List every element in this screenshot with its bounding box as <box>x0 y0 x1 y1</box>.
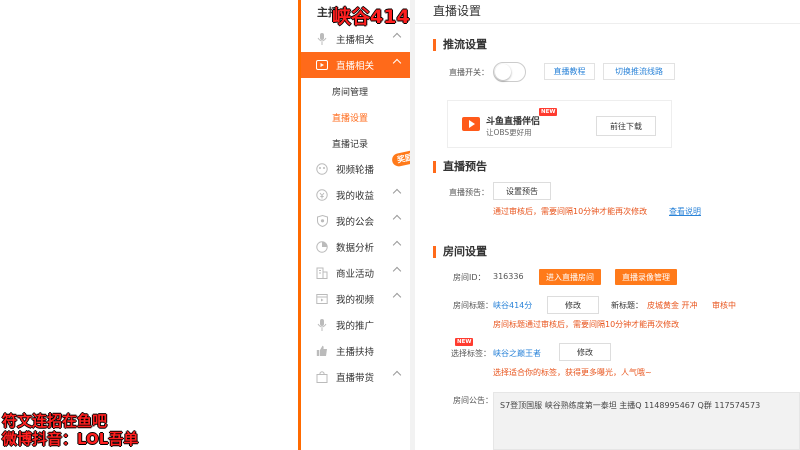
sidebar-item-live[interactable]: 直播相关 <box>301 52 410 78</box>
sidebar-item-business[interactable]: 商业活动 <box>301 260 410 286</box>
sub-item-live-settings[interactable]: 直播设置 <box>301 104 410 130</box>
room-notice-text: S7登顶国服 峡谷熟练度第一泰坦 主播Q 1148995467 Q群 11757… <box>500 401 761 410</box>
sidebar-item-streamer[interactable]: 主播相关 <box>301 26 410 52</box>
companion-app-title: 斗鱼直播伴侣 <box>486 117 541 127</box>
chevron-up-icon <box>392 370 402 380</box>
tag-hint-text: 选择适合你的标签，获得更多曝光，人气哦~ <box>493 368 652 377</box>
review-status: 审核中 <box>712 301 736 310</box>
switch-line-link-button[interactable]: 切换推流线路 <box>603 63 675 80</box>
live-switch-toggle[interactable] <box>493 62 526 82</box>
chevron-up-icon <box>392 58 402 68</box>
shopping-bag-icon <box>315 370 329 384</box>
toggle-knob <box>495 64 511 80</box>
shield-icon <box>315 214 329 228</box>
notice-label: 房间公告： <box>453 396 493 405</box>
thumbs-up-icon <box>315 344 329 358</box>
stream-overlay-area: 符文连招在鱼吧 微博抖音：LOL吾单 <box>0 0 298 450</box>
sidebar-item-earnings[interactable]: 我的收益 <box>301 182 410 208</box>
tag-value: 峡谷之巅王者 <box>493 349 541 358</box>
room-title-value: 峡谷414分 <box>493 301 533 310</box>
title-divider <box>415 23 800 24</box>
preview-label: 直播预告： <box>449 188 489 197</box>
sidebar-item-label: 直播带货 <box>336 373 375 384</box>
sidebar-item-label: 我的推广 <box>336 321 375 332</box>
sidebar-item-label: 我的公会 <box>336 217 375 228</box>
section-title-push: 推流设置 <box>433 39 487 51</box>
tag-label: 选择标签： <box>451 349 491 358</box>
set-preview-button[interactable]: 设置预告 <box>493 182 551 200</box>
view-help-link[interactable]: 查看说明 <box>669 206 701 217</box>
chevron-up-icon <box>392 188 402 198</box>
sidebar-item-guild[interactable]: 我的公会 <box>301 208 410 234</box>
sidebar-item-label: 主播扶持 <box>336 347 375 358</box>
chevron-up-icon <box>392 214 402 224</box>
tag-new-badge: NEW <box>455 338 474 346</box>
main-content: 直播设置 推流设置 直播开关： 直播教程 切换推流线路 斗鱼直播伴侣 NEW 让… <box>415 0 800 450</box>
overlay-room-caption: 峡谷414 <box>332 6 410 28</box>
room-id-label: 房间ID： <box>453 273 486 282</box>
pie-chart-icon <box>315 240 329 254</box>
chevron-up-icon <box>392 32 402 42</box>
companion-app-subtitle: 让OBS更好用 <box>486 128 532 137</box>
title-warning-text: 房间标题通过审核后，需要间隔10分钟才能再次修改 <box>493 320 680 329</box>
enter-room-button[interactable]: 进入直播房间 <box>539 269 601 285</box>
microphone-icon <box>315 32 329 46</box>
sidebar-item-label: 直播相关 <box>336 61 375 72</box>
sidebar-item-label: 主播相关 <box>336 35 375 46</box>
sidebar-item-live-commerce[interactable]: 直播带货 <box>301 364 410 390</box>
chevron-up-icon <box>392 240 402 250</box>
new-tag: NEW <box>539 108 558 116</box>
screen: 符文连招在鱼吧 微博抖音：LOL吾单 主播 主播相关 直播相关 房间管理 直播设… <box>0 0 800 450</box>
live-play-icon <box>462 117 480 131</box>
sidebar-item-label: 我的收益 <box>336 191 375 202</box>
room-title-label: 房间标题： <box>453 301 493 310</box>
building-icon <box>315 266 329 280</box>
preview-warning-text: 通过审核后，需要间隔10分钟才能再次修改 <box>493 207 648 216</box>
sidebar-item-label: 视频轮播 <box>336 165 375 176</box>
sub-item-live-records[interactable]: 直播记录 <box>301 130 410 156</box>
modify-tag-button[interactable]: 修改 <box>559 343 611 361</box>
sidebar-item-label: 商业活动 <box>336 269 375 280</box>
room-id-value: 316336 <box>493 272 524 281</box>
modify-title-button[interactable]: 修改 <box>547 296 599 314</box>
sidebar-item-my-videos[interactable]: 我的视频 <box>301 286 410 312</box>
sidebar-item-label: 数据分析 <box>336 243 375 254</box>
sidebar-item-video-carousel[interactable]: 视频轮播 奖励 <box>301 149 420 182</box>
sidebar-item-support[interactable]: 主播扶持 <box>301 338 410 364</box>
overlay-caption-line1: 符文连招在鱼吧 <box>2 412 108 430</box>
coin-icon <box>315 188 329 202</box>
record-manage-button[interactable]: 直播录像管理 <box>615 269 677 285</box>
film-icon <box>315 292 329 306</box>
section-title-room: 房间设置 <box>433 246 487 258</box>
sidebar-item-label: 我的视频 <box>336 295 375 306</box>
page-title: 直播设置 <box>433 4 482 18</box>
sidebar: 主播 主播相关 直播相关 房间管理 直播设置 直播记录 视频轮播 奖励 我的收益… <box>298 0 420 450</box>
companion-app-card: 斗鱼直播伴侣 NEW 让OBS更好用 前往下载 <box>447 100 672 148</box>
section-title-preview: 直播预告 <box>433 161 487 173</box>
sidebar-item-promotion[interactable]: 我的推广 <box>301 312 410 338</box>
chevron-up-icon <box>392 292 402 302</box>
sidebar-item-analytics[interactable]: 数据分析 <box>301 234 410 260</box>
room-notice-textarea[interactable]: S7登顶国服 峡谷熟练度第一泰坦 主播Q 1148995467 Q群 11757… <box>493 392 800 450</box>
download-button[interactable]: 前往下载 <box>596 116 656 136</box>
live-camera-icon <box>315 58 329 72</box>
live-switch-label: 直播开关： <box>449 68 489 77</box>
overlay-caption-line2: 微博抖音：LOL吾单 <box>2 430 139 448</box>
new-title-value: 皮城黄金 开冲 <box>647 301 698 310</box>
video-carousel-icon <box>315 162 329 176</box>
new-title-label: 新标题： <box>611 301 643 310</box>
microphone-icon <box>315 318 329 332</box>
chevron-up-icon <box>392 266 402 276</box>
sub-item-room-manage[interactable]: 房间管理 <box>301 78 410 104</box>
tutorial-link-button[interactable]: 直播教程 <box>544 63 595 80</box>
